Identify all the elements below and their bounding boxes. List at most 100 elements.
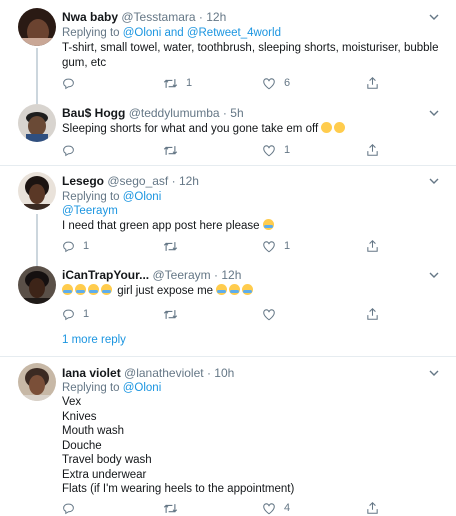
separator-dot: · (214, 268, 219, 282)
replying-to-link[interactable]: @Oloni (123, 382, 162, 394)
user-handle[interactable]: @Tesstamara (121, 10, 195, 24)
retweet-icon (163, 78, 178, 88)
crying-laughing-emoji-icon (88, 284, 99, 295)
tweet-line: Mouth wash (62, 425, 125, 437)
tweet-text: Vex Knives Mouth wash Douche Travel body… (62, 395, 442, 497)
chevron-down-icon[interactable] (428, 270, 440, 280)
like-button[interactable]: 4 (262, 500, 290, 516)
timestamp[interactable]: 10h (214, 366, 234, 380)
user-handle[interactable]: @Teeraym (152, 268, 210, 282)
replying-prefix: Replying to (62, 27, 123, 39)
reply-icon (63, 78, 74, 89)
reply-icon (63, 503, 74, 514)
display-name[interactable]: Iana violet (62, 366, 121, 380)
share-button[interactable] (366, 142, 379, 158)
replying-prefix: Replying to (62, 191, 123, 203)
chevron-down-icon[interactable] (428, 12, 440, 22)
separator-dot: · (198, 10, 203, 24)
retweet-button[interactable] (163, 500, 178, 516)
reply-button[interactable]: 1 (62, 306, 89, 322)
timestamp[interactable]: 5h (230, 106, 243, 120)
retweet-button[interactable]: 1 (163, 75, 192, 91)
like-icon (263, 308, 275, 320)
tweet-header: Iana violet @lanatheviolet · 10h (62, 366, 234, 381)
like-button[interactable]: 6 (262, 75, 290, 91)
like-count: 6 (284, 77, 291, 89)
crying-laughing-emoji-icon (216, 284, 228, 295)
slight-frown-emoji-icon (321, 122, 333, 133)
timestamp[interactable]: 12h (179, 174, 199, 188)
replying-to-link[interactable]: @Oloni (123, 191, 162, 203)
retweet-button[interactable] (163, 238, 178, 254)
separator-dot: · (171, 174, 176, 188)
reply-button[interactable] (62, 142, 75, 158)
avatar[interactable] (18, 8, 56, 46)
replying-to-link[interactable]: @Oloni and @Retweet_4world (123, 27, 281, 39)
tweet-text: Sleeping shorts for what and you gone ta… (62, 122, 442, 137)
display-name[interactable]: iCanTrapYour... (62, 268, 149, 282)
reply-button[interactable] (62, 75, 75, 91)
chevron-down-icon[interactable] (428, 176, 440, 186)
retweet-icon (163, 145, 178, 155)
retweet-count: 1 (186, 77, 193, 89)
retweet-button[interactable] (163, 306, 178, 322)
avatar[interactable] (18, 266, 56, 304)
user-handle[interactable]: @sego_asf (107, 174, 168, 188)
thinking-emoji-icon (334, 122, 346, 133)
share-icon (367, 144, 378, 156)
replying-prefix: Replying to (62, 382, 123, 394)
avatar[interactable] (18, 363, 56, 401)
retweet-icon (163, 503, 178, 513)
replying-to: Replying to @Oloni and @Retweet_4world (62, 26, 281, 40)
reply-icon (63, 309, 74, 320)
separator-dot: · (206, 366, 211, 380)
reply-icon (63, 241, 74, 252)
timestamp[interactable]: 12h (221, 268, 241, 282)
crying-laughing-emoji-icon (101, 284, 112, 295)
like-count: 4 (284, 502, 291, 514)
crying-laughing-emoji-icon (242, 284, 254, 295)
avatar[interactable] (18, 172, 56, 210)
display-name[interactable]: Nwa baby (62, 10, 118, 24)
mention-link[interactable]: @Teeraym (62, 204, 442, 219)
chevron-down-icon[interactable] (428, 108, 440, 118)
reply-count: 1 (83, 240, 90, 252)
divider (0, 165, 456, 166)
tweet-text-content: I need that green app post here please (62, 219, 260, 232)
share-icon (367, 77, 378, 89)
like-button[interactable] (262, 306, 276, 322)
user-handle[interactable]: @lanatheviolet (124, 366, 204, 380)
like-button[interactable]: 1 (262, 142, 290, 158)
retweet-button[interactable] (163, 142, 178, 158)
reply-icon (63, 145, 74, 156)
share-button[interactable] (366, 500, 379, 516)
display-name[interactable]: Bau$ Hogg (62, 106, 125, 120)
share-icon (367, 502, 378, 514)
share-button[interactable] (366, 306, 379, 322)
reply-button[interactable] (62, 500, 75, 516)
like-button[interactable]: 1 (262, 238, 290, 254)
like-count: 1 (284, 240, 291, 252)
share-button[interactable] (366, 238, 379, 254)
like-icon (263, 144, 275, 156)
reply-button[interactable]: 1 (62, 238, 89, 254)
like-count: 1 (284, 144, 291, 156)
timestamp[interactable]: 12h (206, 10, 226, 24)
replying-to: Replying to @Oloni (62, 190, 161, 204)
user-handle[interactable]: @teddylumumba (129, 106, 220, 120)
like-icon (263, 502, 275, 514)
like-icon (263, 240, 275, 252)
show-more-replies-link[interactable]: 1 more reply (62, 334, 126, 346)
tweet-line: Extra underwear (62, 468, 147, 481)
display-name[interactable]: Lesego (62, 174, 104, 188)
share-button[interactable] (366, 75, 379, 91)
retweet-icon (163, 309, 178, 319)
avatar[interactable] (18, 104, 56, 142)
tweet-text: @Teeraym I need that green app post here… (62, 204, 442, 233)
crying-laughing-emoji-icon (75, 284, 86, 295)
crying-laughing-emoji-icon (262, 218, 274, 230)
tweet-header: Lesego @sego_asf · 12h (62, 174, 199, 189)
crying-laughing-emoji-icon (229, 284, 241, 295)
chevron-down-icon[interactable] (428, 368, 440, 378)
thread-line (36, 214, 38, 266)
